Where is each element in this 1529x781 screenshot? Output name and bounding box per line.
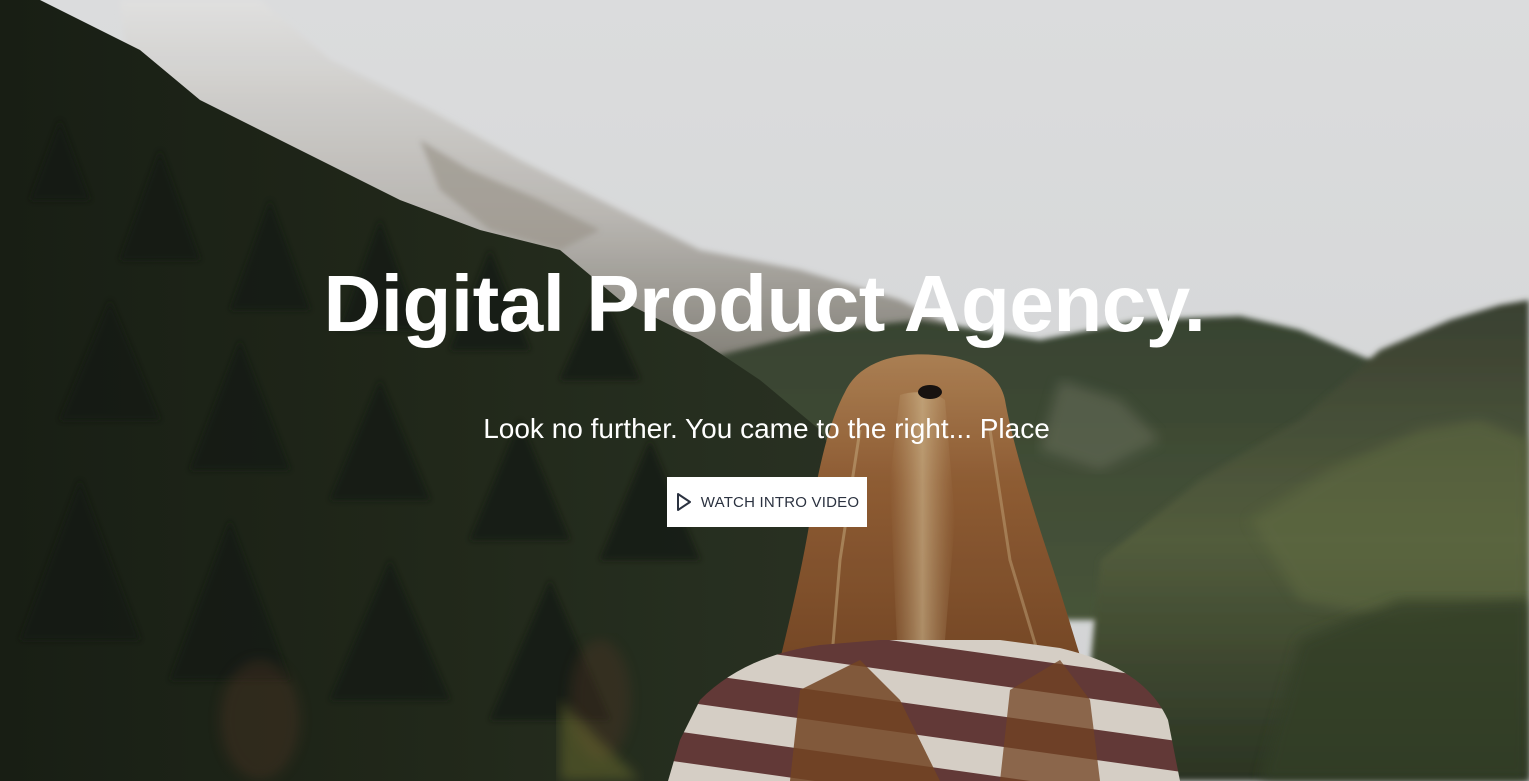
hero-section: Digital Product Agency. Look no further.… (0, 0, 1529, 781)
hero-background-image (0, 0, 1529, 781)
watch-intro-video-button[interactable]: WATCH INTRO VIDEO (667, 477, 867, 527)
hero-subline: Look no further. You came to the right..… (483, 413, 1050, 444)
hero-headline: Digital Product Agency. (323, 259, 1206, 348)
watch-intro-video-label: WATCH INTRO VIDEO (700, 493, 860, 511)
play-icon (675, 492, 693, 512)
